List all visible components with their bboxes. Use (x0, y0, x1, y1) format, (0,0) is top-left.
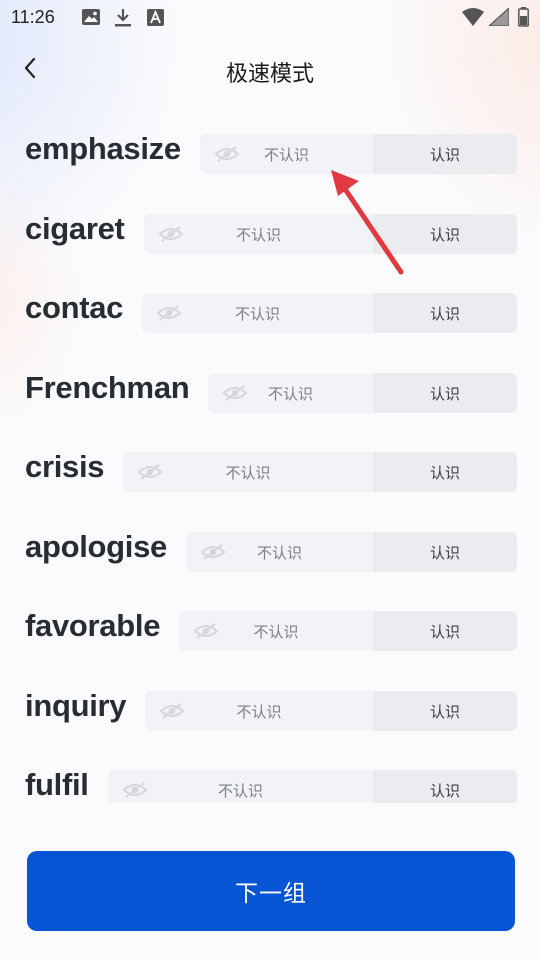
known-label: 认识 (429, 702, 460, 721)
signal-icon (487, 6, 510, 30)
known-button[interactable]: 认识 (373, 532, 517, 572)
font-icon (147, 9, 164, 30)
recognition-toggle: 不认识 认识 (145, 691, 517, 731)
word-row: contac 不认识 认识 (0, 274, 540, 334)
word-row: emphasize 不认识 认识 (0, 115, 540, 175)
known-button[interactable]: 认识 (373, 214, 517, 254)
unknown-label: 不认识 (225, 463, 271, 482)
known-button[interactable]: 认识 (373, 293, 517, 333)
unknown-label: 不认识 (234, 304, 280, 323)
eye-closed-icon (193, 623, 219, 639)
known-label: 认识 (429, 622, 460, 641)
known-button[interactable]: 认识 (373, 134, 517, 174)
word-row: favorable 不认识 认识 (0, 592, 540, 652)
eye-closed-icon (122, 782, 148, 798)
word-text: Frenchman (25, 370, 190, 405)
word-text: contac (25, 290, 124, 325)
eye-closed-icon (156, 305, 182, 321)
unknown-label: 不认识 (235, 225, 281, 244)
unknown-label: 不认识 (253, 622, 299, 641)
header: 极速模式 (0, 44, 540, 96)
eye-closed-icon (214, 146, 240, 162)
word-text: favorable (25, 608, 161, 643)
word-list: emphasize 不认识 认识 cigaret 不认识 认识 contac 不认识 认识 Fre… (0, 115, 540, 803)
recognition-toggle: 不认识 认识 (200, 134, 517, 174)
known-label: 认识 (429, 225, 460, 244)
unknown-button[interactable]: 不认识 (186, 532, 373, 572)
known-label: 认识 (429, 145, 460, 164)
unknown-label: 不认识 (263, 145, 309, 164)
unknown-label: 不认识 (217, 781, 263, 800)
status-time: 11:26 (11, 7, 55, 27)
unknown-button[interactable]: 不认识 (123, 452, 373, 492)
word-text: crisis (25, 449, 105, 484)
known-button[interactable]: 认识 (373, 691, 517, 731)
wifi-icon (462, 8, 484, 30)
known-label: 认识 (429, 543, 460, 562)
unknown-label: 不认识 (236, 702, 282, 721)
eye-closed-icon (158, 226, 184, 242)
download-icon (115, 9, 131, 31)
unknown-button[interactable]: 不认识 (144, 214, 373, 254)
eye-closed-icon (200, 544, 226, 560)
word-row: inquiry 不认识 认识 (0, 672, 540, 732)
eye-closed-icon (159, 703, 185, 719)
word-row: Frenchman 不认识 认识 (0, 354, 540, 414)
known-button[interactable]: 认识 (373, 611, 517, 651)
known-label: 认识 (429, 463, 460, 482)
unknown-button[interactable]: 不认识 (179, 611, 373, 651)
known-button[interactable]: 认识 (373, 452, 517, 492)
unknown-button[interactable]: 不认识 (208, 373, 373, 413)
known-button[interactable]: 认识 (373, 373, 517, 413)
known-label: 认识 (429, 304, 460, 323)
page-title: 极速模式 (225, 62, 314, 87)
word-text: emphasize (25, 131, 181, 166)
known-label: 认识 (429, 781, 460, 800)
recognition-toggle: 不认识 认识 (144, 214, 517, 254)
image-icon (82, 9, 100, 29)
unknown-button[interactable]: 不认识 (142, 293, 373, 333)
unknown-label: 不认识 (267, 384, 313, 403)
word-text: apologise (25, 529, 167, 564)
status-bar: 11:26 (0, 0, 540, 36)
word-row: cigaret 不认识 认识 (0, 195, 540, 255)
battery-icon (518, 7, 529, 31)
word-row: apologise 不认识 认识 (0, 513, 540, 573)
unknown-button[interactable]: 不认识 (200, 134, 373, 174)
recognition-toggle: 不认识 认识 (208, 373, 517, 413)
word-text: fulfil (25, 767, 89, 802)
unknown-button[interactable]: 不认识 (108, 770, 373, 803)
recognition-toggle: 不认识 认识 (186, 532, 517, 572)
recognition-toggle: 不认识 认识 (142, 293, 517, 333)
word-row: crisis 不认识 认识 (0, 433, 540, 493)
known-label: 认识 (429, 384, 460, 403)
unknown-button[interactable]: 不认识 (145, 691, 373, 731)
next-group-button[interactable]: 下一组 (27, 851, 515, 931)
eye-closed-icon (137, 464, 163, 480)
word-text: cigaret (25, 211, 125, 246)
next-group-label: 下一组 (235, 881, 307, 907)
word-row: fulfil 不认识 认识 (0, 751, 540, 803)
known-button[interactable]: 认识 (373, 770, 517, 803)
word-text: inquiry (25, 688, 127, 723)
eye-closed-icon (222, 385, 248, 401)
unknown-label: 不认识 (256, 543, 302, 562)
recognition-toggle: 不认识 认识 (123, 452, 517, 492)
recognition-toggle: 不认识 认识 (179, 611, 517, 651)
recognition-toggle: 不认识 认识 (108, 770, 517, 803)
